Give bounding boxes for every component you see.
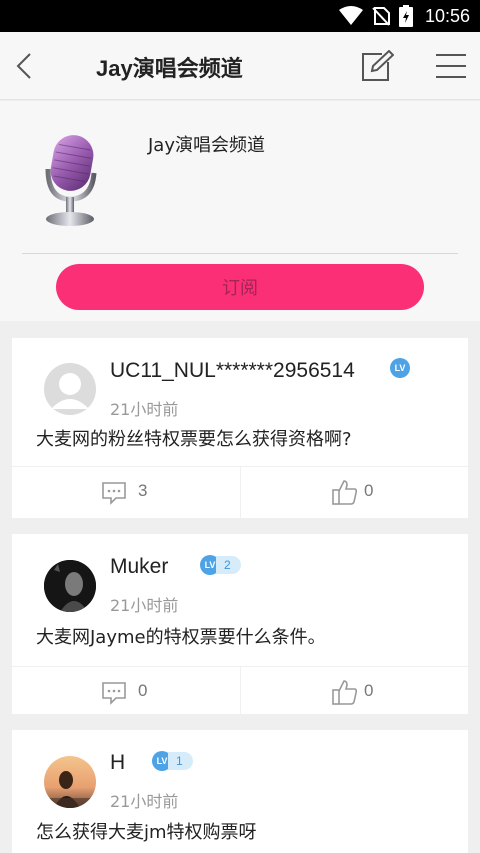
username[interactable]: Muker bbox=[110, 555, 168, 579]
level-badge: LV 1 bbox=[152, 751, 193, 771]
comment-count[interactable]: 3 bbox=[138, 481, 147, 501]
edit-icon[interactable] bbox=[360, 50, 394, 82]
like-count[interactable]: 0 bbox=[364, 481, 373, 501]
post-text[interactable]: 大麦网的粉丝特权票要怎么获得资格啊? bbox=[36, 425, 352, 451]
level-number: 2 bbox=[216, 556, 241, 574]
divider bbox=[240, 667, 241, 719]
post-text[interactable]: 怎么获得大麦jm特权购票呀 bbox=[36, 818, 257, 844]
status-bar: 10:56 bbox=[0, 0, 480, 32]
divider bbox=[240, 467, 241, 519]
default-avatar-icon bbox=[44, 363, 96, 415]
post-time: 21小时前 bbox=[110, 596, 179, 615]
post-actions: 0 0 bbox=[12, 666, 468, 719]
level-badge: LV 2 bbox=[200, 555, 241, 575]
navbar: Jay演唱会频道 bbox=[0, 32, 480, 100]
post-card[interactable]: Muker LV 2 21小时前 大麦网Jayme的特权票要什么条件。 0 0 bbox=[12, 534, 468, 719]
like-count[interactable]: 0 bbox=[364, 681, 373, 701]
user-photo bbox=[44, 560, 96, 612]
level-badge: LV bbox=[390, 358, 410, 378]
post-actions: 3 0 bbox=[12, 466, 468, 519]
channel-name: Jay演唱会频道 bbox=[148, 135, 265, 156]
divider bbox=[22, 253, 458, 254]
post-text[interactable]: 大麦网Jayme的特权票要什么条件。 bbox=[36, 623, 326, 649]
avatar[interactable] bbox=[44, 363, 96, 415]
post-card[interactable]: H LV 1 21小时前 怎么获得大麦jm特权购票呀 bbox=[12, 730, 468, 853]
username[interactable]: UC11_NUL*******2956514 bbox=[110, 359, 355, 383]
user-photo bbox=[44, 756, 96, 808]
subscribe-button[interactable]: 订阅 bbox=[56, 264, 424, 310]
comment-count[interactable]: 0 bbox=[138, 681, 147, 701]
username[interactable]: H bbox=[110, 751, 125, 775]
back-arrow-icon[interactable] bbox=[10, 50, 42, 82]
wifi-icon bbox=[338, 6, 363, 25]
level-number: 1 bbox=[168, 752, 193, 770]
thumbs-up-icon[interactable] bbox=[332, 479, 358, 505]
avatar[interactable] bbox=[44, 560, 96, 612]
avatar[interactable] bbox=[44, 756, 96, 808]
microphone-icon bbox=[45, 135, 97, 226]
page-title: Jay演唱会频道 bbox=[96, 56, 243, 81]
status-time: 10:56 bbox=[424, 5, 470, 26]
battery-icon bbox=[398, 5, 413, 27]
post-card[interactable]: UC11_NUL*******2956514 LV 21小时前 大麦网的粉丝特权… bbox=[12, 338, 468, 519]
no-sim-icon bbox=[372, 7, 390, 26]
menu-icon[interactable] bbox=[434, 52, 468, 80]
post-time: 21小时前 bbox=[110, 792, 179, 811]
channel-header: Jay演唱会频道 订阅 bbox=[0, 101, 480, 321]
level-badge-label: LV bbox=[390, 358, 410, 378]
post-time: 21小时前 bbox=[110, 400, 179, 419]
comment-icon[interactable] bbox=[102, 481, 126, 505]
thumbs-up-icon[interactable] bbox=[332, 679, 358, 705]
comment-icon[interactable] bbox=[102, 681, 126, 705]
